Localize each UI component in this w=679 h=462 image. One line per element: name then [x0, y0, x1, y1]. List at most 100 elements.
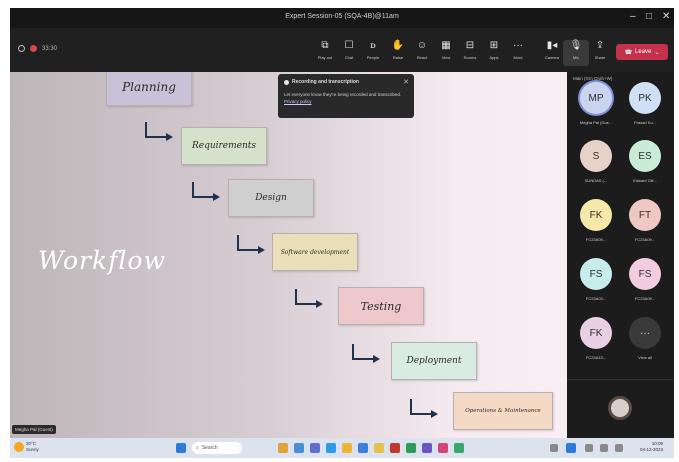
rooms-button[interactable]: ⊟ Rooms	[457, 40, 483, 66]
participant-tile[interactable]: S SUNDAS (...	[573, 140, 619, 196]
app-icon[interactable]	[390, 443, 400, 453]
meeting-status: 33:30	[18, 45, 57, 52]
chrome-icon[interactable]	[406, 443, 416, 453]
taskbar: 30°C Sunny ⌕ Search 10:09 04-12-2023	[10, 438, 674, 458]
participant-tile[interactable]: MP Megha Pal (Gue...	[573, 82, 619, 138]
raise-hand-button[interactable]: ✋ Raise	[385, 40, 411, 66]
participants-panel: Main (Gm Orah+W) MP Megha Pal (Gue... PK Pr…	[567, 72, 674, 438]
chevron-down-icon: ⌄	[654, 49, 660, 56]
participant-tile[interactable]: FS FC23A03...	[573, 258, 619, 314]
browser-icon[interactable]	[326, 443, 336, 453]
share-button[interactable]: ⇪ Share	[587, 40, 613, 66]
participant-name: Megha Pal (Gue...	[579, 120, 613, 125]
step-software-development: Software development	[272, 233, 358, 271]
people-icon: ꭰ	[370, 40, 376, 51]
mic-button[interactable]: 🎙 Mic	[563, 40, 589, 66]
arrow-icon	[295, 289, 323, 308]
participant-name: View all	[638, 355, 652, 360]
pop-out-icon: ⧉	[321, 40, 329, 51]
meeting-toolbar: 33:30 ⧉ Play out ☐ Chat ꭰ People ✋ Raise ☺ Re…	[10, 28, 674, 72]
arrow-icon	[145, 122, 173, 141]
react-icon: ☺	[416, 40, 428, 51]
arrow-icon	[352, 344, 380, 363]
battery-icon[interactable]	[615, 444, 623, 452]
pop-out-button[interactable]: ⧉ Play out	[312, 40, 338, 66]
panel-header: Main (Gm Orah+W)	[573, 76, 613, 81]
presenter-label: Megha Pal (Guest)	[12, 425, 56, 434]
widgets-icon[interactable]	[278, 443, 288, 453]
participant-name: SUNDAS (...	[584, 178, 608, 183]
start-icon[interactable]	[176, 443, 186, 453]
close-icon[interactable]: ✕	[662, 11, 670, 22]
app-icon[interactable]	[422, 443, 432, 453]
participant-tile[interactable]: PK Prasad Ku...	[622, 82, 668, 138]
system-clock[interactable]: 10:09 04-12-2023	[640, 441, 663, 453]
more-button[interactable]: ··· More	[505, 40, 531, 66]
record-icon	[284, 79, 289, 85]
participant-name: FC23A13...	[585, 355, 607, 360]
store-icon[interactable]	[358, 443, 368, 453]
weather-icon	[14, 442, 24, 452]
chat-button[interactable]: ☐ Chat	[336, 40, 362, 66]
teams-icon[interactable]	[310, 443, 320, 453]
people-button[interactable]: ꭰ People	[360, 40, 386, 66]
participant-tile[interactable]: ES Edward Clif...	[622, 140, 668, 196]
edge-icon[interactable]	[294, 443, 304, 453]
participant-name: FC23A03...	[585, 296, 607, 301]
apps-button[interactable]: ⊞ Apps	[481, 40, 507, 66]
avatar: FS	[629, 258, 661, 290]
avatar: FK	[580, 317, 612, 349]
window-title: Expert Session-05 (SQA-4B)@11am	[285, 13, 399, 20]
participant-tile[interactable]: FK FC23A09...	[573, 199, 619, 255]
view-all-button[interactable]: ··· View all	[622, 317, 668, 373]
weather-widget[interactable]: 30°C Sunny	[26, 441, 39, 453]
raise-hand-icon: ✋	[391, 40, 405, 51]
maximize-icon[interactable]: □	[646, 11, 652, 22]
step-design: Design	[228, 179, 314, 217]
file-explorer-icon[interactable]	[342, 443, 352, 453]
mic-icon: 🎙	[569, 40, 583, 51]
avatar: ···	[629, 317, 661, 349]
privacy-policy-link[interactable]: Privacy policy	[284, 99, 312, 104]
share-icon: ⇪	[595, 40, 605, 51]
notification-body: Let everyone know they're being recorded…	[284, 92, 402, 104]
search-box[interactable]: ⌕ Search	[192, 442, 242, 454]
shield-icon	[18, 45, 25, 52]
notification-header: Recording and transcription	[284, 79, 408, 85]
more-icon: ···	[513, 40, 523, 51]
avatar: ES	[629, 140, 661, 172]
minimize-icon[interactable]: –	[630, 11, 636, 22]
shared-screen: Planning Requirements Design Software de…	[10, 72, 567, 438]
folder-icon[interactable]	[374, 443, 384, 453]
app-icon[interactable]	[454, 443, 464, 453]
participant-name: Prasad Ku...	[633, 120, 656, 125]
meeting-window: Expert Session-05 (SQA-4B)@11am – □ ✕ 33…	[10, 8, 674, 458]
view-icon: ▦	[441, 40, 451, 51]
leave-button[interactable]: ☎ Leave ⌄	[616, 44, 668, 60]
chevron-up-icon[interactable]	[550, 444, 558, 452]
participant-tile[interactable]: FT FC23A09...	[622, 199, 668, 255]
participant-tile[interactable]: FK FC23A13...	[573, 317, 619, 373]
avatar: S	[580, 140, 612, 172]
app-icon[interactable]	[438, 443, 448, 453]
step-requirements: Requirements	[181, 127, 267, 165]
self-view	[567, 379, 674, 438]
close-icon[interactable]: ✕	[403, 78, 409, 86]
view-button[interactable]: ▦ View	[433, 40, 459, 66]
teams-tray-icon[interactable]	[566, 443, 576, 453]
camera-button[interactable]: ▮◂ Camera	[539, 40, 565, 66]
avatar: FT	[629, 199, 661, 231]
meeting-timer: 33:30	[42, 45, 58, 52]
react-button[interactable]: ☺ React	[409, 40, 435, 66]
recording-icon	[30, 45, 37, 52]
participant-name: Edward Clif...	[633, 178, 657, 183]
title-bar: Expert Session-05 (SQA-4B)@11am – □ ✕	[10, 8, 674, 28]
participant-tile[interactable]: FS FC23A09...	[622, 258, 668, 314]
participant-name: FC23A09...	[585, 237, 607, 242]
avatar: FK	[580, 199, 612, 231]
arrow-icon	[410, 399, 438, 418]
volume-icon[interactable]	[600, 444, 608, 452]
arrow-icon	[237, 235, 265, 254]
camera-icon: ▮◂	[546, 40, 558, 51]
wifi-icon[interactable]	[585, 444, 593, 452]
